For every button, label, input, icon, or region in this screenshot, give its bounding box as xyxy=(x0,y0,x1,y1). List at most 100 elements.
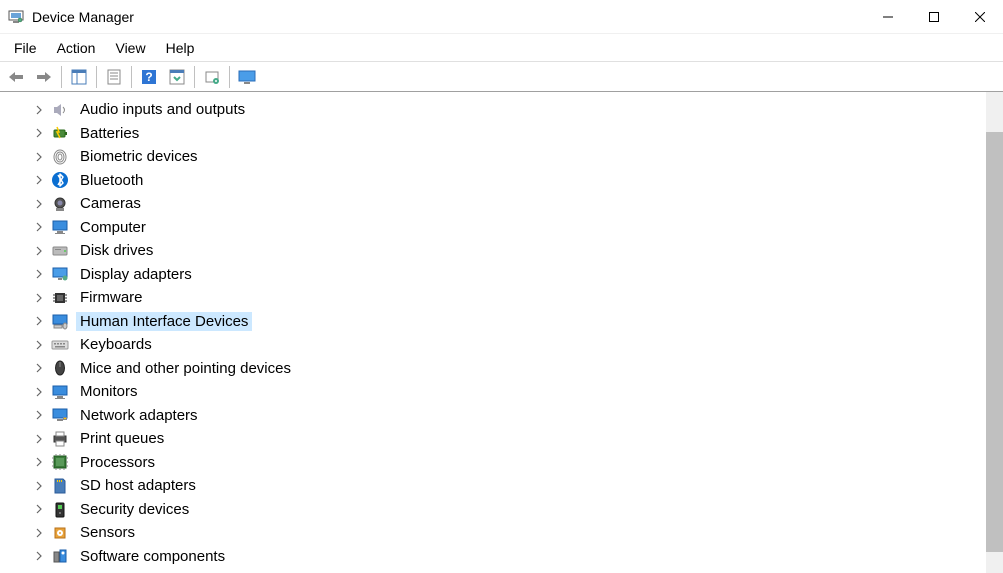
chevron-right-icon[interactable] xyxy=(32,152,46,162)
toolbar-properties-button[interactable] xyxy=(102,65,126,89)
sdcard-icon xyxy=(50,476,70,496)
tree-item[interactable]: Human Interface Devices xyxy=(0,310,1001,334)
tree-item-label: Monitors xyxy=(76,382,142,401)
minimize-button[interactable] xyxy=(865,0,911,34)
chevron-right-icon[interactable] xyxy=(32,481,46,491)
chevron-right-icon[interactable] xyxy=(32,528,46,538)
toolbar-divider xyxy=(194,66,195,88)
tree-item[interactable]: Display adapters xyxy=(0,263,1001,287)
keyboard-icon xyxy=(50,335,70,355)
chevron-right-icon[interactable] xyxy=(32,222,46,232)
title-bar: Device Manager xyxy=(0,0,1003,34)
toolbar-divider xyxy=(131,66,132,88)
tree-item[interactable]: Batteries xyxy=(0,122,1001,146)
toolbar-show-hide-button[interactable] xyxy=(67,65,91,89)
chevron-right-icon[interactable] xyxy=(32,457,46,467)
mouse-icon xyxy=(50,358,70,378)
battery-icon xyxy=(50,123,70,143)
toolbar-scan-hardware-button[interactable] xyxy=(235,65,259,89)
security-icon xyxy=(50,499,70,519)
tree-item-label: Computer xyxy=(76,218,150,237)
chevron-right-icon[interactable] xyxy=(32,128,46,138)
tree-item[interactable]: Print queues xyxy=(0,427,1001,451)
close-button[interactable] xyxy=(957,0,1003,34)
tree-item[interactable]: Keyboards xyxy=(0,333,1001,357)
network-icon xyxy=(50,405,70,425)
printer-icon xyxy=(50,429,70,449)
chevron-right-icon[interactable] xyxy=(32,387,46,397)
toolbar-help-button[interactable]: ? xyxy=(137,65,161,89)
menu-file[interactable]: File xyxy=(4,36,47,60)
menu-help[interactable]: Help xyxy=(156,36,205,60)
window-controls xyxy=(865,0,1003,33)
tree-item[interactable]: Disk drives xyxy=(0,239,1001,263)
tree-item[interactable]: Firmware xyxy=(0,286,1001,310)
tree-item[interactable]: Computer xyxy=(0,216,1001,240)
tree-item-label: Mice and other pointing devices xyxy=(76,359,295,378)
tree-item[interactable]: Processors xyxy=(0,451,1001,475)
toolbar-forward-button[interactable] xyxy=(32,65,56,89)
device-tree[interactable]: Audio inputs and outputsBatteriesBiometr… xyxy=(0,98,1001,568)
tree-item-label: Biometric devices xyxy=(76,147,202,166)
fingerprint-icon xyxy=(50,147,70,167)
chevron-right-icon[interactable] xyxy=(32,340,46,350)
chevron-right-icon[interactable] xyxy=(32,316,46,326)
tree-item-label: Sensors xyxy=(76,523,139,542)
chevron-right-icon[interactable] xyxy=(32,551,46,561)
toolbar-update-driver-button[interactable] xyxy=(165,65,189,89)
cpu-icon xyxy=(50,452,70,472)
tree-item-label: Print queues xyxy=(76,429,168,448)
chevron-right-icon[interactable] xyxy=(32,105,46,115)
tree-item-label: SD host adapters xyxy=(76,476,200,495)
scrollbar-track[interactable] xyxy=(986,92,1003,573)
chevron-right-icon[interactable] xyxy=(32,199,46,209)
monitor-icon xyxy=(50,217,70,237)
disk-icon xyxy=(50,241,70,261)
tree-item[interactable]: Software components xyxy=(0,545,1001,569)
toolbar: ? xyxy=(0,62,1003,92)
camera-icon xyxy=(50,194,70,214)
toolbar-divider xyxy=(229,66,230,88)
chevron-right-icon[interactable] xyxy=(32,363,46,373)
tree-item[interactable]: Bluetooth xyxy=(0,169,1001,193)
hid-icon xyxy=(50,311,70,331)
toolbar-back-button[interactable] xyxy=(4,65,28,89)
tree-item-label: Cameras xyxy=(76,194,145,213)
tree-item[interactable]: Cameras xyxy=(0,192,1001,216)
chevron-right-icon[interactable] xyxy=(32,434,46,444)
tree-item-label: Keyboards xyxy=(76,335,156,354)
tree-item[interactable]: Monitors xyxy=(0,380,1001,404)
tree-item-label: Display adapters xyxy=(76,265,196,284)
svg-text:?: ? xyxy=(145,70,152,84)
tree-item-label: Firmware xyxy=(76,288,147,307)
tree-item-label: Security devices xyxy=(76,500,193,519)
tree-item[interactable]: Security devices xyxy=(0,498,1001,522)
tree-item[interactable]: SD host adapters xyxy=(0,474,1001,498)
chevron-right-icon[interactable] xyxy=(32,293,46,303)
chevron-right-icon[interactable] xyxy=(32,246,46,256)
chevron-right-icon[interactable] xyxy=(32,504,46,514)
menu-bar: File Action View Help xyxy=(0,34,1003,62)
tree-item[interactable]: Sensors xyxy=(0,521,1001,545)
display-icon xyxy=(50,264,70,284)
menu-view[interactable]: View xyxy=(105,36,155,60)
maximize-button[interactable] xyxy=(911,0,957,34)
tree-item[interactable]: Network adapters xyxy=(0,404,1001,428)
app-icon xyxy=(8,9,24,25)
sensor-icon xyxy=(50,523,70,543)
tree-item[interactable]: Mice and other pointing devices xyxy=(0,357,1001,381)
speaker-icon xyxy=(50,100,70,120)
chevron-right-icon[interactable] xyxy=(32,175,46,185)
toolbar-divider xyxy=(96,66,97,88)
chevron-right-icon[interactable] xyxy=(32,269,46,279)
toolbar-uninstall-button[interactable] xyxy=(200,65,224,89)
monitor-icon xyxy=(50,382,70,402)
tree-item[interactable]: Audio inputs and outputs xyxy=(0,98,1001,122)
menu-action[interactable]: Action xyxy=(47,36,106,60)
bluetooth-icon xyxy=(50,170,70,190)
tree-item-label: Processors xyxy=(76,453,159,472)
chevron-right-icon[interactable] xyxy=(32,410,46,420)
tree-item[interactable]: Biometric devices xyxy=(0,145,1001,169)
scrollbar-thumb[interactable] xyxy=(986,132,1003,552)
toolbar-divider xyxy=(61,66,62,88)
